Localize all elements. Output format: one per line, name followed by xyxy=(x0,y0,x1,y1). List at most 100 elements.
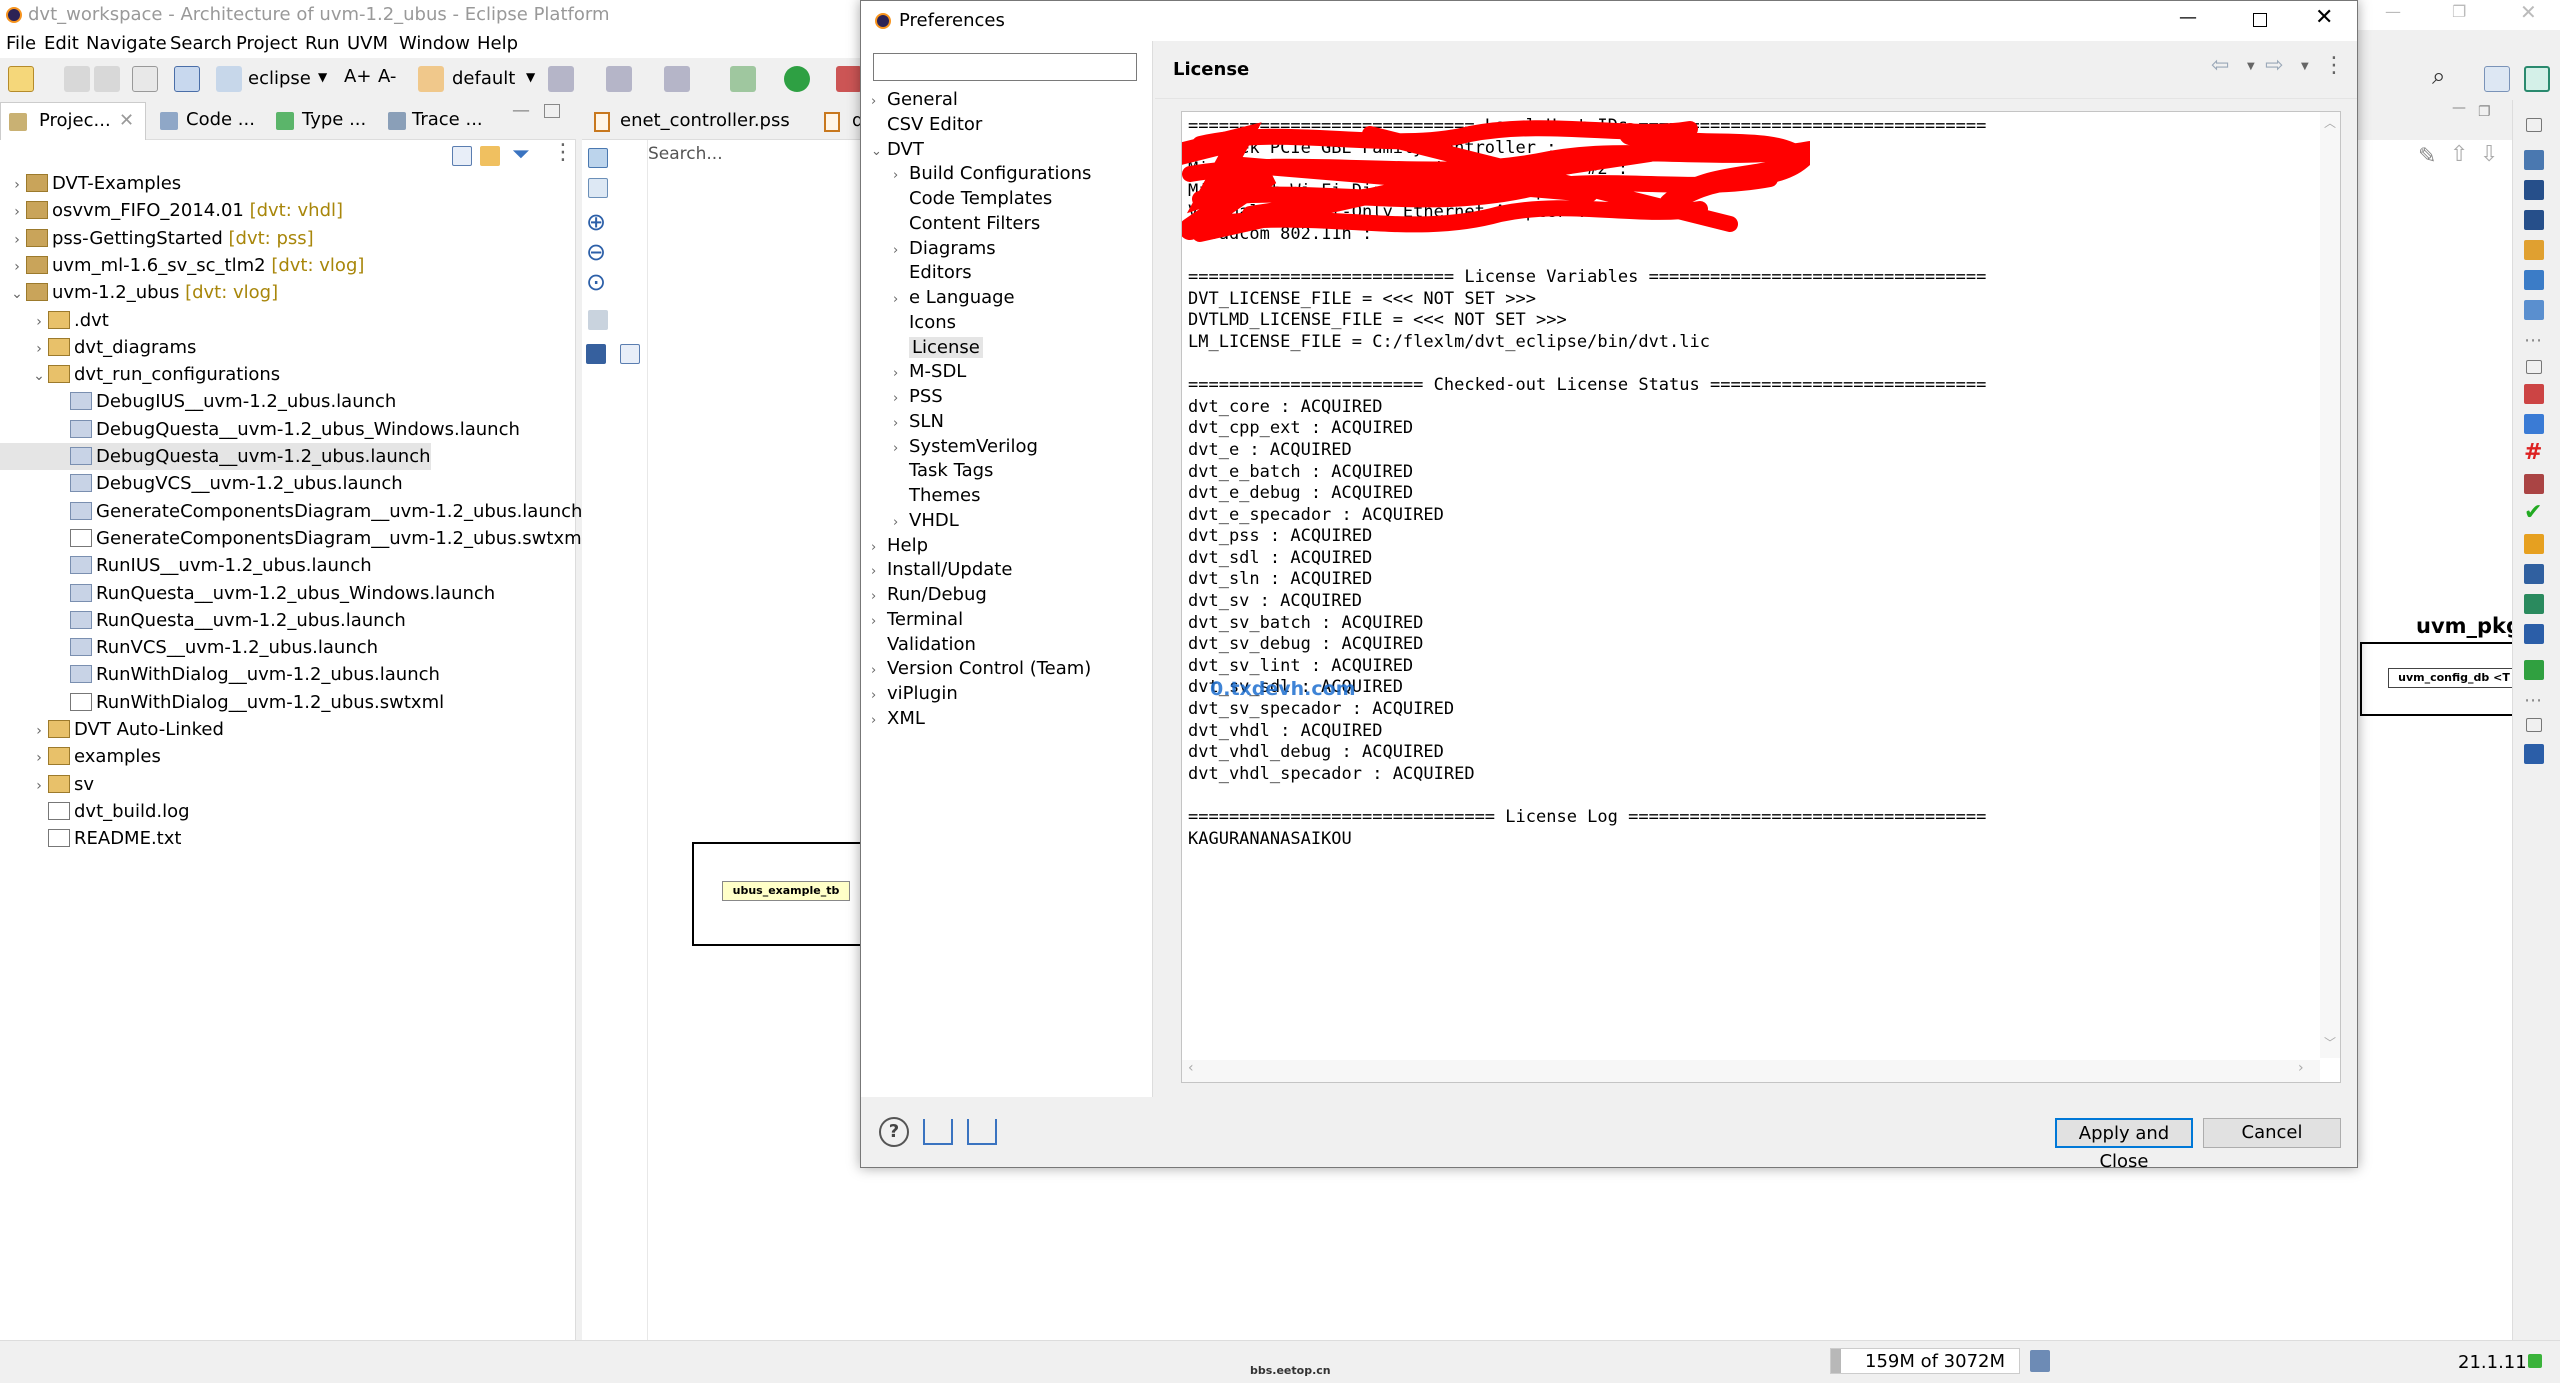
cancel-button[interactable]: Cancel xyxy=(2203,1118,2341,1148)
collapsed-arrow-icon[interactable]: › xyxy=(30,336,48,363)
tree-item[interactable]: DebugQuesta__uvm-1.2_ubus.launch xyxy=(0,443,431,470)
pref-tree-item[interactable]: › Diagrams xyxy=(893,236,996,261)
collapsed-arrow-icon[interactable]: › xyxy=(871,559,887,584)
trim-layers2-icon[interactable] xyxy=(2524,210,2544,230)
diagram-search-input[interactable]: Search... xyxy=(648,144,848,164)
pref-tree-item[interactable]: Content Filters xyxy=(893,211,1040,236)
dialog-minimize-button[interactable]: — xyxy=(2179,7,2197,28)
tab-code[interactable]: Code ... xyxy=(152,102,260,140)
collapse-all-icon[interactable] xyxy=(452,146,472,166)
palette-select-icon[interactable] xyxy=(588,148,608,168)
tree-item[interactable]: › pss-GettingStarted [dvt: pss] xyxy=(0,225,313,254)
pref-tree-item[interactable]: › Build Configurations xyxy=(893,161,1091,186)
collapsed-arrow-icon[interactable]: › xyxy=(8,227,26,254)
diagram-settings-icon[interactable] xyxy=(620,344,640,364)
main-minimize-button[interactable]: — xyxy=(2385,2,2401,21)
trim-outline-icon[interactable] xyxy=(2524,150,2544,170)
tree-item[interactable]: GenerateComponentsDiagram__uvm-1.2_ubus.… xyxy=(0,525,587,552)
pref-tree-item[interactable]: › VHDL xyxy=(893,508,959,533)
collapsed-arrow-icon[interactable]: › xyxy=(871,584,887,609)
pref-tree-item[interactable]: Themes xyxy=(893,483,980,508)
pref-tree-item[interactable]: Icons xyxy=(893,310,956,335)
menu-window[interactable]: Window xyxy=(399,33,470,54)
main-close-button[interactable]: ✕ xyxy=(2520,0,2537,24)
tree-item[interactable]: › .dvt xyxy=(0,307,109,334)
maximize-view-icon[interactable] xyxy=(544,104,560,118)
pref-tree-item[interactable]: › PSS xyxy=(893,384,943,409)
trim-folder-icon[interactable] xyxy=(2524,240,2544,260)
tree-item[interactable]: RunIUS__uvm-1.2_ubus.launch xyxy=(0,552,372,579)
tree-item[interactable]: RunWithDialog__uvm-1.2_ubus.swtxml xyxy=(0,689,444,716)
tree-item[interactable]: › DVT Auto-Linked xyxy=(0,716,224,743)
tree-item[interactable]: › DVT-Examples xyxy=(0,170,181,197)
export-prefs-icon[interactable] xyxy=(967,1119,997,1145)
collapsed-arrow-icon[interactable]: › xyxy=(893,361,909,386)
tree-item[interactable]: RunWithDialog__uvm-1.2_ubus.launch xyxy=(0,661,440,688)
tree-item[interactable]: ⌄ dvt_run_configurations xyxy=(0,361,280,388)
trim-hash-icon[interactable]: # xyxy=(2524,440,2542,465)
tab-type[interactable]: Type ... xyxy=(270,102,378,140)
trim-monitor-icon[interactable] xyxy=(2524,624,2544,644)
collapsed-arrow-icon[interactable]: › xyxy=(893,411,909,436)
chevron-down-icon[interactable]: ▼ xyxy=(2247,61,2255,72)
tree-item[interactable]: › examples xyxy=(0,743,161,770)
scroll-right-icon[interactable]: › xyxy=(2298,1060,2304,1076)
pref-tree-item[interactable]: License xyxy=(893,335,983,360)
dialog-maximize-button[interactable] xyxy=(2253,13,2267,27)
scroll-left-icon[interactable]: ‹ xyxy=(1188,1060,1194,1076)
font-decrease-button[interactable]: A- xyxy=(378,66,396,87)
collapsed-arrow-icon[interactable]: › xyxy=(871,658,887,683)
trim-hierarchy-icon[interactable] xyxy=(2524,300,2544,320)
pref-tree-item[interactable]: › viPlugin xyxy=(871,681,958,706)
tree-item[interactable]: DebugVCS__uvm-1.2_ubus.launch xyxy=(0,470,403,497)
minimize-view-icon[interactable]: — xyxy=(2452,100,2466,116)
trim-info-list-icon[interactable] xyxy=(2524,744,2544,764)
menu-search[interactable]: Search xyxy=(170,33,232,54)
trim-check-icon[interactable]: ✔ xyxy=(2524,500,2542,525)
menu-project[interactable]: Project xyxy=(236,33,298,54)
horizontal-scrollbar[interactable]: ‹ › xyxy=(1182,1060,2320,1082)
down-arrow-icon[interactable]: ⇩ xyxy=(2480,142,2498,167)
apply-and-close-button[interactable]: Apply and Close xyxy=(2055,1118,2193,1172)
dialog-close-button[interactable]: ✕ xyxy=(2315,5,2333,30)
tree-item[interactable]: GenerateComponentsDiagram__uvm-1.2_ubus.… xyxy=(0,498,582,525)
perspective-combo[interactable]: default xyxy=(452,68,515,89)
pref-tree-item[interactable]: › Terminal xyxy=(871,607,963,632)
tree-item[interactable]: › uvm_ml-1.6_sv_sc_tlm2 [dvt: vlog] xyxy=(0,252,364,279)
menu-file[interactable]: File xyxy=(6,33,36,54)
collapsed-arrow-icon[interactable]: › xyxy=(871,535,887,560)
run-icon[interactable] xyxy=(784,66,810,92)
tree-item[interactable]: DebugQuesta__uvm-1.2_ubus_Windows.launch xyxy=(0,416,520,443)
import-icon[interactable] xyxy=(923,1119,953,1145)
pref-tree-item[interactable]: › SLN xyxy=(893,409,944,434)
pref-tree-item[interactable]: › Help xyxy=(871,533,928,558)
filter-icon[interactable]: ⏷ xyxy=(512,142,530,167)
save-icon[interactable] xyxy=(64,66,90,92)
debug-icon[interactable] xyxy=(730,66,756,92)
main-restore-button[interactable]: ❐ xyxy=(2452,2,2466,21)
collapsed-arrow-icon[interactable]: › xyxy=(893,386,909,411)
collapsed-arrow-icon[interactable]: › xyxy=(8,199,26,226)
trim-chip-icon[interactable] xyxy=(2524,660,2544,680)
search-icon[interactable]: ⌕ xyxy=(2432,62,2445,90)
trim-tree-icon[interactable] xyxy=(2524,270,2544,290)
collapsed-arrow-icon[interactable]: › xyxy=(30,718,48,745)
trim-network-icon[interactable] xyxy=(2524,564,2544,584)
chevron-down-icon[interactable]: ▼ xyxy=(2301,61,2309,72)
collapsed-arrow-icon[interactable]: › xyxy=(893,287,909,312)
pref-tree-item[interactable]: Task Tags xyxy=(893,458,993,483)
save-all-icon[interactable] xyxy=(94,66,120,92)
collapsed-arrow-icon[interactable]: › xyxy=(893,163,909,188)
external-tools-icon[interactable] xyxy=(836,66,862,92)
collapsed-arrow-icon[interactable]: › xyxy=(8,254,26,281)
editor-tab-enet[interactable]: enet_controller.pss xyxy=(588,104,818,138)
project-combo[interactable]: eclipse xyxy=(248,68,311,89)
page-menu-icon[interactable]: ⋮ xyxy=(2323,53,2345,78)
scroll-down-icon[interactable]: ﹀ xyxy=(2324,1034,2336,1051)
collapsed-arrow-icon[interactable]: › xyxy=(893,238,909,263)
console-icon[interactable] xyxy=(174,66,200,92)
pref-tree-item[interactable]: › Install/Update xyxy=(871,557,1012,582)
tree-item[interactable]: › dvt_diagrams xyxy=(0,334,196,361)
trim-problems-icon[interactable] xyxy=(2524,384,2544,404)
menu-edit[interactable]: Edit xyxy=(44,33,79,54)
